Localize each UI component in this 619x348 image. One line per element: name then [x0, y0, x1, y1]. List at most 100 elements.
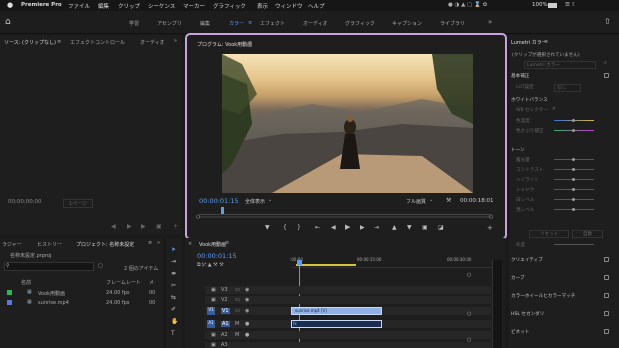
zoom-handle-icon[interactable]: ○: [467, 272, 471, 278]
hand-icon[interactable]: ✋: [171, 319, 178, 325]
lumetri-title[interactable]: Lumetri カラー: [511, 39, 547, 46]
quality-chevron-icon[interactable]: ⌄: [429, 197, 433, 203]
ws-audio[interactable]: オーディオ: [303, 20, 328, 27]
slip-icon[interactable]: ⇆: [171, 295, 176, 301]
mic-icon[interactable]: ●: [245, 332, 249, 338]
ripple-edit-icon[interactable]: ⇼: [171, 271, 176, 277]
add-button-icon[interactable]: +: [173, 224, 178, 230]
ws-learn[interactable]: 学習: [129, 20, 139, 27]
step-forward-icon[interactable]: ▶: [141, 224, 146, 230]
menu-edit[interactable]: 編集: [98, 2, 109, 10]
more-workspaces-icon[interactable]: »: [488, 18, 492, 26]
extract-icon[interactable]: ▼: [407, 225, 412, 231]
column-frame-rate[interactable]: フレームレート: [106, 279, 141, 286]
tab-history[interactable]: ヒストリー: [37, 241, 62, 248]
source-page-select[interactable]: 1ページ: [63, 199, 94, 208]
playhead-handle[interactable]: [297, 260, 302, 265]
list-item-name[interactable]: Vook用動画: [38, 290, 65, 297]
control-center-icon[interactable]: ☰ ☾: [565, 2, 577, 8]
more-tabs-icon[interactable]: »: [174, 38, 177, 44]
mute-icon[interactable]: M: [235, 332, 239, 338]
saturation-slider[interactable]: [554, 244, 594, 245]
column-media[interactable]: メ: [149, 279, 154, 286]
eye-icon[interactable]: ◉: [245, 297, 249, 303]
mute-icon[interactable]: M: [235, 321, 239, 327]
ws-graphics[interactable]: グラフィック: [345, 20, 375, 27]
export-frame-icon[interactable]: ▣: [156, 224, 162, 230]
tone-label[interactable]: トーン: [511, 147, 525, 153]
scrub-start-icon[interactable]: ○: [196, 214, 200, 220]
menu-file[interactable]: ファイル: [68, 2, 90, 10]
fit-select[interactable]: 全体表示: [245, 198, 265, 205]
share-icon[interactable]: ⇧: [604, 17, 611, 26]
white-balance[interactable]: ホワイトバランス: [511, 97, 548, 103]
lut-select[interactable]: なし: [554, 84, 582, 92]
creative-checkbox[interactable]: [604, 257, 609, 262]
highlights-knob[interactable]: [572, 178, 575, 181]
menu-view[interactable]: 表示: [257, 2, 268, 10]
scrub-bar[interactable]: [199, 216, 491, 218]
track-lock-icon[interactable]: ▣: [211, 297, 216, 303]
wrench-icon[interactable]: ⚒: [446, 198, 451, 204]
ws-assembly[interactable]: アセンブリ: [157, 20, 182, 27]
tab-source[interactable]: ソース: (クリップなし): [4, 39, 56, 46]
lumetri-select[interactable]: Lumetri カラー: [524, 61, 596, 69]
program-menu-icon[interactable]: ≡: [248, 40, 252, 46]
home-icon[interactable]: ⌂: [5, 17, 11, 27]
menu-help[interactable]: ヘルプ: [308, 2, 325, 10]
exposure-knob[interactable]: [572, 158, 575, 161]
ws-menu-icon[interactable]: ≡: [248, 20, 252, 26]
track-sync-icon[interactable]: ▭: [235, 287, 240, 293]
tab-audio-mixer[interactable]: オーディオ: [140, 39, 165, 46]
timeline-timecode[interactable]: 00:00:01:15: [197, 252, 237, 260]
lumetri-menu-icon[interactable]: ≡: [544, 39, 548, 45]
basic-correction[interactable]: 基本補正: [511, 73, 529, 79]
panel-menu-icon[interactable]: ≡: [57, 39, 61, 45]
timeline-menu-icon[interactable]: ≡: [225, 240, 229, 246]
menu-graphics[interactable]: グラフィック: [213, 2, 246, 10]
tint-knob[interactable]: [572, 129, 575, 132]
column-name[interactable]: 名前: [21, 279, 31, 286]
tab-project[interactable]: プロジェクト: 名称未設定: [76, 241, 134, 248]
close-icon[interactable]: ×: [188, 241, 192, 247]
shadows-knob[interactable]: [572, 188, 575, 191]
more-tabs-icon[interactable]: »: [157, 240, 160, 246]
tab-ledger[interactable]: ラジャー: [2, 241, 22, 248]
timeline-tab[interactable]: Vook用動画: [199, 241, 226, 248]
mark-in-icon[interactable]: {: [283, 225, 287, 231]
fit-chevron-icon[interactable]: ⌄: [268, 197, 272, 203]
step-back-icon[interactable]: ◀: [331, 225, 336, 231]
ws-captions[interactable]: キャプション: [392, 20, 422, 27]
marker-icon[interactable]: ▼: [265, 225, 270, 231]
menu-marker[interactable]: マーカー: [183, 2, 205, 10]
reset-button[interactable]: リセット: [529, 230, 570, 238]
scrub-end-icon[interactable]: ○: [489, 214, 493, 220]
basic-checkbox[interactable]: [604, 73, 609, 78]
contrast-knob[interactable]: [572, 168, 575, 171]
search-input[interactable]: [4, 262, 94, 271]
color-wheels-checkbox[interactable]: [604, 293, 609, 298]
menu-clip[interactable]: クリップ: [118, 2, 140, 10]
track-lock-icon[interactable]: ▣: [211, 342, 216, 348]
section-color-wheels[interactable]: カラーホイールとカラーマッチ: [511, 293, 575, 299]
source-patch-v1[interactable]: V1: [207, 307, 215, 315]
whites-knob[interactable]: [572, 198, 575, 201]
source-patch-a1[interactable]: A1: [207, 320, 215, 328]
play-button-icon[interactable]: ▶: [345, 224, 350, 231]
mark-out-icon[interactable]: }: [297, 225, 301, 231]
hsl-checkbox[interactable]: [604, 311, 609, 316]
zoom-handle-icon[interactable]: ○: [467, 311, 471, 317]
camera-icon[interactable]: ▣: [422, 225, 428, 231]
track-select-icon[interactable]: ⇥: [171, 259, 176, 265]
eye-icon[interactable]: ◉: [245, 287, 249, 293]
quality-select[interactable]: フル画質: [406, 198, 426, 205]
list-item-name[interactable]: sunrise.mp4: [38, 300, 69, 306]
source-timecode[interactable]: 00;00;00;00: [8, 199, 42, 205]
program-scrubber[interactable]: [199, 209, 491, 215]
new-bin-icon[interactable]: ▢: [98, 263, 103, 269]
playhead-marker[interactable]: [221, 207, 224, 214]
add-button-icon[interactable]: +: [487, 225, 493, 232]
section-curves[interactable]: カーブ: [511, 275, 525, 281]
section-creative[interactable]: クリエイティブ: [511, 257, 543, 263]
type-icon[interactable]: T: [171, 331, 175, 337]
